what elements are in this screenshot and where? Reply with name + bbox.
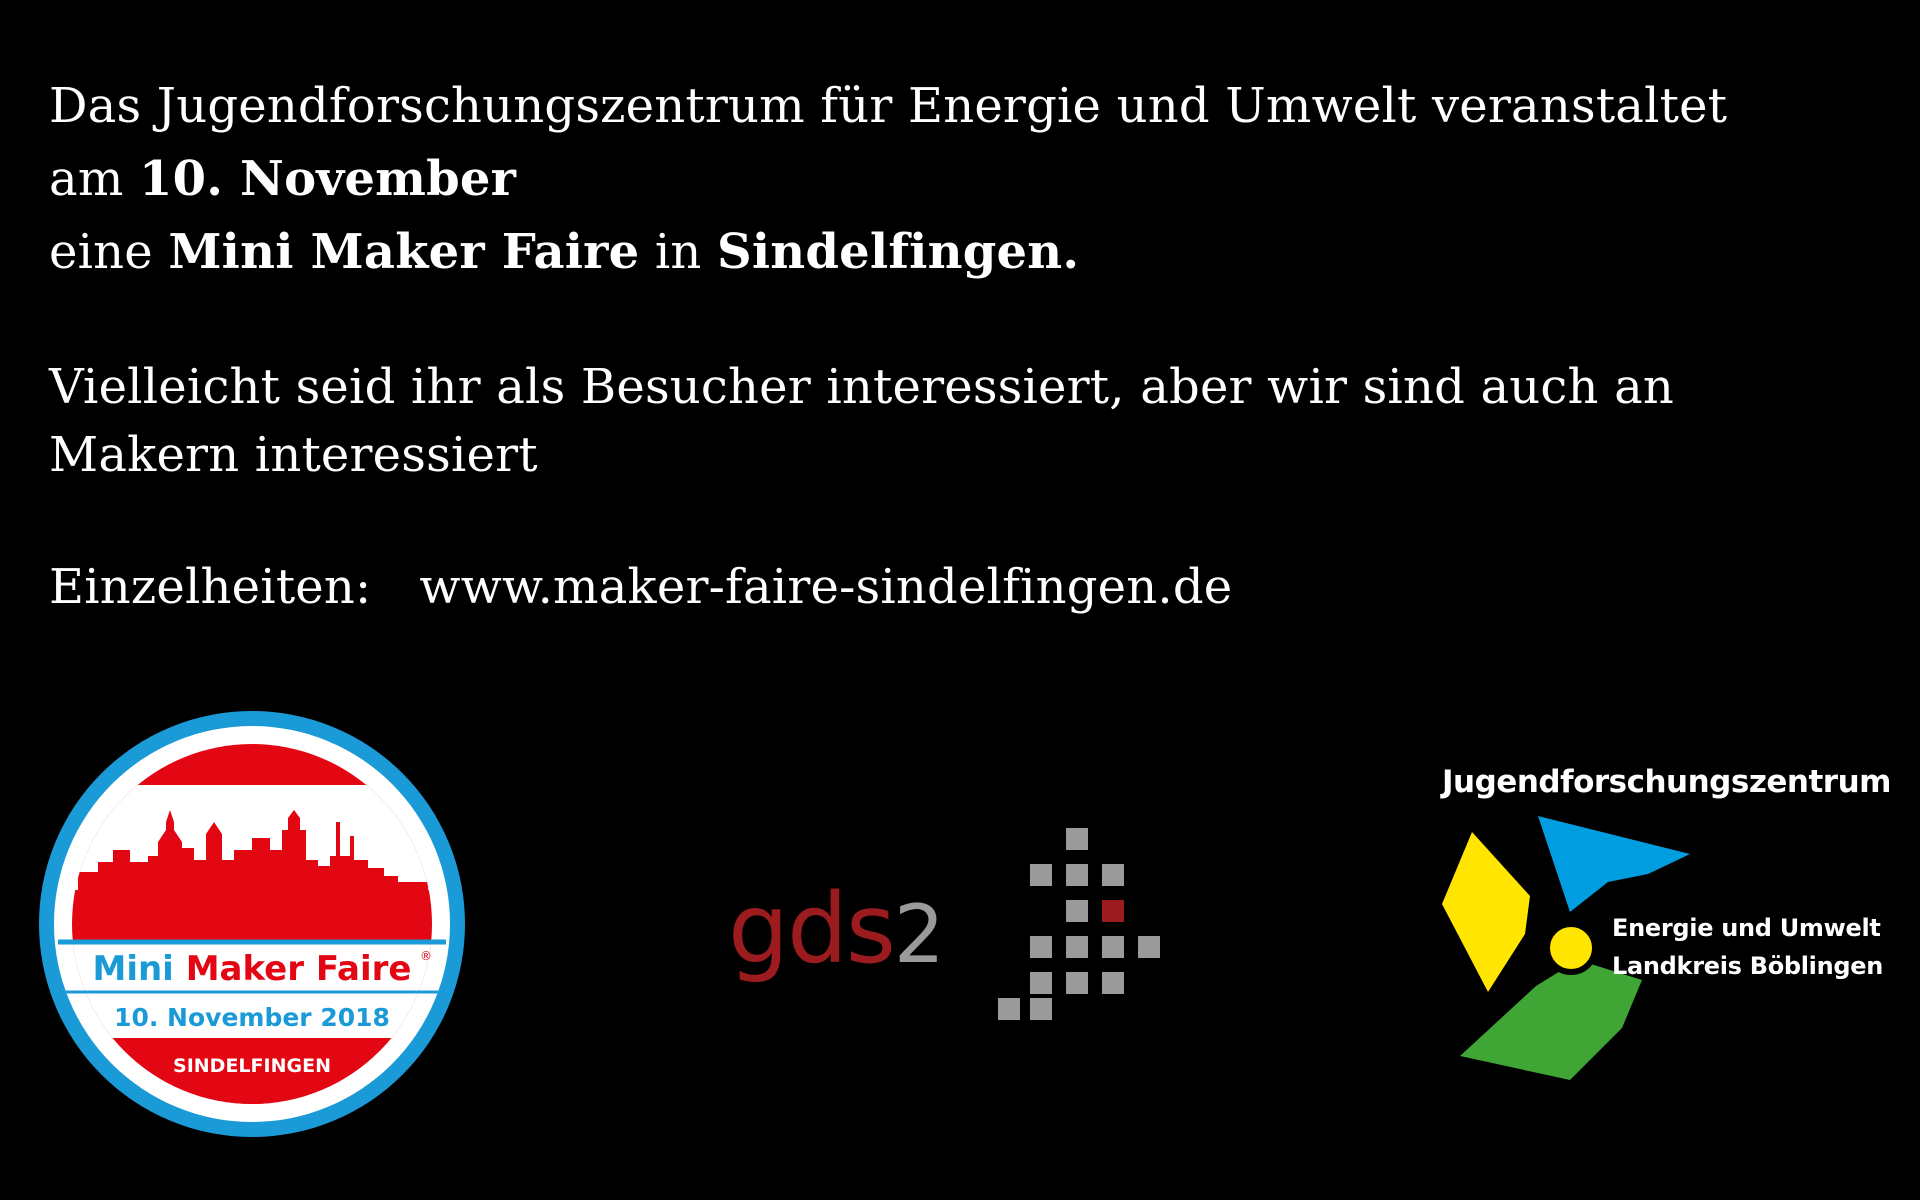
gds2-logo: gds2: [728, 824, 1168, 1024]
announcement-text: Das Jugendforschungszentrum für Energie …: [49, 70, 1869, 624]
badge-date: 10. November 2018: [114, 1003, 390, 1032]
details-url-link[interactable]: www.maker-faire-sindelfingen.de: [419, 559, 1232, 615]
event-city: Sindelfingen.: [717, 224, 1080, 280]
announcement-line-3: eine Mini Maker Faire in Sindelfingen.: [49, 216, 1869, 289]
jfz-logo: Jugendforschungszentrum Energie und Umwe…: [1430, 764, 1891, 1084]
badge-name-part2: Maker Faire: [186, 949, 412, 989]
event-date: 10. November: [139, 151, 517, 207]
announcement-line-2: am 10. November: [49, 143, 1869, 216]
gds2-text: gds2: [728, 873, 943, 985]
badge-city: SINDELFINGEN: [173, 1055, 331, 1077]
date-prefix: am: [49, 151, 139, 207]
slide: Das Jugendforschungszentrum für Energie …: [0, 0, 1920, 1200]
event-mid: in: [639, 224, 717, 280]
jfz-subtitle-line-2: Landkreis Böblingen: [1612, 952, 1884, 980]
event-prefix: eine: [49, 224, 169, 280]
gds2-logo-graphic: gds2: [728, 828, 1160, 1020]
badge-name-part1: Mini: [92, 949, 173, 989]
svg-text:Mini Maker Faire: Mini Maker Faire: [92, 949, 411, 989]
visitor-line-2: Makern interessiert: [49, 427, 538, 483]
announcement-line-1: Das Jugendforschungszentrum für Energie …: [49, 78, 1728, 134]
details-label: Einzelheiten:: [49, 559, 372, 615]
jfz-title: Jugendforschungszentrum: [1442, 764, 1891, 800]
jfz-subtitle-line-1: Energie und Umwelt: [1612, 914, 1881, 942]
gds2-pixel-squares: [998, 828, 1160, 1020]
event-name: Mini Maker Faire: [168, 224, 640, 280]
visitor-line-1: Vielleicht seid ihr als Besucher interes…: [49, 359, 1674, 415]
badge-registered-mark: ®: [420, 949, 432, 963]
details-line: Einzelheiten: www.maker-faire-sindelfinge…: [49, 551, 1869, 624]
mini-maker-faire-logo: Mini Maker Faire ® 10. November 2018 SIN…: [39, 711, 465, 1137]
mini-maker-faire-badge: Mini Maker Faire ® 10. November 2018 SIN…: [38, 710, 466, 1138]
